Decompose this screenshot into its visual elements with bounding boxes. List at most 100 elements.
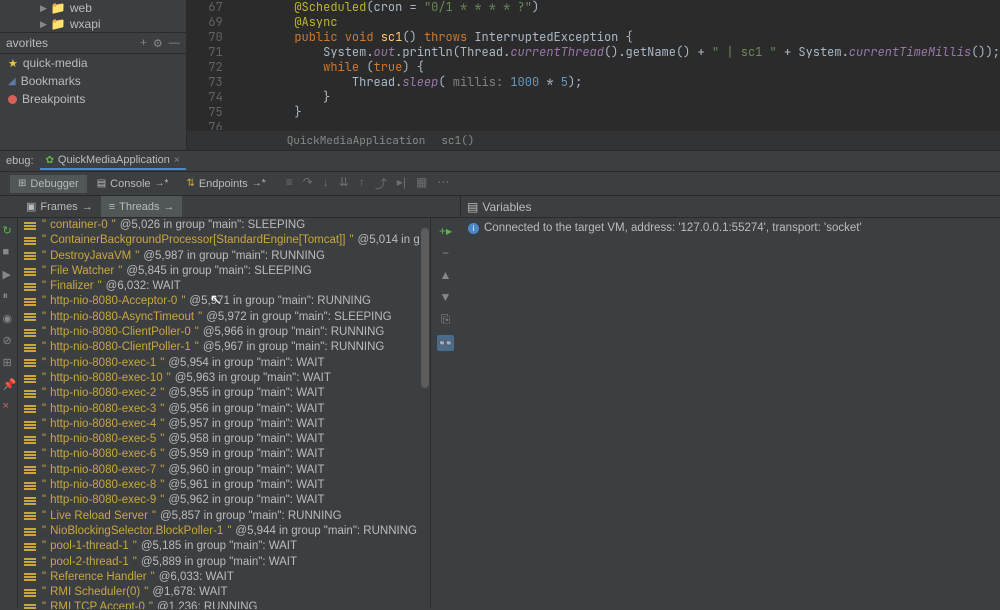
- breadcrumb-class[interactable]: QuickMediaApplication: [287, 134, 426, 148]
- thread-row[interactable]: "File Watcher"@5,845 in group "main": SL…: [18, 264, 430, 279]
- debug-session-tab[interactable]: ✿ QuickMediaApplication ×: [40, 152, 186, 170]
- thread-row[interactable]: "http-nio-8080-exec-9"@5,962 in group "m…: [18, 493, 430, 508]
- resume-icon[interactable]: ▶: [3, 268, 15, 280]
- step-over-icon[interactable]: ↷: [303, 175, 313, 192]
- minimize-icon[interactable]: —: [169, 37, 180, 50]
- tab-threads[interactable]: ≡Threads→: [101, 196, 183, 217]
- thread-row[interactable]: "pool-1-thread-1"@5,185 in group "main":…: [18, 539, 430, 554]
- thread-row[interactable]: "ContainerBackgroundProcessor[StandardEn…: [18, 233, 430, 248]
- run-to-cursor-icon[interactable]: ▸|: [397, 175, 406, 192]
- tab-console[interactable]: ▤Console→*: [89, 175, 177, 193]
- thread-row[interactable]: "http-nio-8080-exec-10"@5,963 in group "…: [18, 371, 430, 386]
- thread-icon: [24, 374, 38, 384]
- project-tool-window[interactable]: ▶📁web ▶📁wxapi avorites + ⚙ — ★quick-medi…: [0, 0, 187, 150]
- thread-icon: [24, 603, 38, 609]
- line-number: 69: [187, 15, 237, 30]
- thread-icon: [24, 435, 38, 445]
- thread-row[interactable]: "http-nio-8080-AsyncTimeout"@5,972 in gr…: [18, 310, 430, 325]
- thread-row[interactable]: "Finalizer"@6,032: WAIT: [18, 279, 430, 294]
- tab-debugger[interactable]: ⊞Debugger: [10, 175, 87, 193]
- breadcrumb-method[interactable]: sc1(): [441, 134, 474, 148]
- favorite-quick-media[interactable]: ★quick-media: [0, 54, 186, 72]
- thread-row[interactable]: "Reference Handler"@6,033: WAIT: [18, 570, 430, 585]
- thread-row[interactable]: "pool-2-thread-1"@5,889 in group "main":…: [18, 555, 430, 570]
- stop-icon[interactable]: ■: [3, 246, 15, 258]
- thread-row[interactable]: "http-nio-8080-exec-3"@5,956 in group "m…: [18, 402, 430, 417]
- thread-row[interactable]: "http-nio-8080-exec-8"@5,961 in group "m…: [18, 478, 430, 493]
- code-line[interactable]: 67 @Scheduled(cron = "0/1 * * * * ?"): [187, 0, 1000, 15]
- gear-icon[interactable]: ⚙: [153, 37, 163, 50]
- close-icon[interactable]: ×: [174, 155, 180, 166]
- thread-row[interactable]: "RMI TCP Accept-0"@1,236: RUNNING: [18, 600, 430, 609]
- mute-bp-icon[interactable]: ⊘: [3, 334, 15, 346]
- thread-row[interactable]: "Live Reload Server"@5,857 in group "mai…: [18, 509, 430, 524]
- thread-info: @6,032: WAIT: [106, 279, 181, 294]
- up-icon[interactable]: ▲: [440, 268, 452, 282]
- thread-row[interactable]: "http-nio-8080-exec-4"@5,957 in group "m…: [18, 417, 430, 432]
- copy-icon[interactable]: ⎘: [441, 312, 451, 327]
- scrollbar[interactable]: [420, 218, 430, 609]
- force-step-icon[interactable]: ⇊: [339, 175, 349, 192]
- tab-endpoints[interactable]: ⇅Endpoints→*: [178, 175, 273, 193]
- pause-icon[interactable]: ⏸: [3, 290, 15, 302]
- thread-row[interactable]: "http-nio-8080-exec-2"@5,955 in group "m…: [18, 386, 430, 401]
- evaluate-icon[interactable]: ▦: [416, 175, 427, 192]
- thread-icon: [24, 496, 38, 506]
- thread-row[interactable]: "RMI Scheduler(0)"@1,678: WAIT: [18, 585, 430, 600]
- step-into-icon[interactable]: ↓: [323, 175, 329, 192]
- variables-panel[interactable]: iConnected to the target VM, address: '1…: [460, 218, 1000, 609]
- thread-row[interactable]: "NioBlockingSelector.BlockPoller-1"@5,94…: [18, 524, 430, 539]
- close-icon[interactable]: ×: [3, 400, 15, 412]
- thread-row[interactable]: "http-nio-8080-ClientPoller-0"@5,966 in …: [18, 325, 430, 340]
- tree-item-wxapi[interactable]: ▶📁wxapi: [0, 16, 186, 32]
- thread-row[interactable]: "http-nio-8080-Acceptor-0"@5,971 in grou…: [18, 294, 430, 309]
- debug-tool-tabs: ⊞Debugger ▤Console→* ⇅Endpoints→* ≡ ↷ ↓ …: [0, 172, 1000, 196]
- settings-icon[interactable]: ⊞: [3, 356, 15, 368]
- tree-item-web[interactable]: ▶📁web: [0, 0, 186, 16]
- add-watch-icon[interactable]: +▸: [439, 224, 452, 238]
- remove-icon[interactable]: −: [442, 246, 449, 260]
- code-editor[interactable]: 67 @Scheduled(cron = "0/1 * * * * ?")69 …: [187, 0, 1000, 150]
- step-out-icon[interactable]: ↑: [359, 175, 365, 192]
- thread-info: @5,944 in group "main": RUNNING: [235, 524, 417, 539]
- thread-row[interactable]: "http-nio-8080-exec-6"@5,959 in group "m…: [18, 447, 430, 462]
- thread-row[interactable]: "container-0"@5,026 in group "main": SLE…: [18, 218, 430, 233]
- more-icon[interactable]: ⋯: [437, 175, 449, 192]
- rerun-icon[interactable]: ↻: [3, 224, 15, 236]
- thread-name: http-nio-8080-exec-1: [50, 356, 156, 371]
- thread-info: @5,961 in group "main": WAIT: [168, 478, 324, 493]
- tab-frames[interactable]: ▣Frames→: [18, 196, 101, 217]
- thread-row[interactable]: "http-nio-8080-ClientPoller-1"@5,967 in …: [18, 340, 430, 355]
- scrollbar-thumb[interactable]: [421, 228, 429, 388]
- watches-icon[interactable]: 👓: [437, 335, 454, 351]
- code-line[interactable]: 73 Thread.sleep( millis: 1000 * 5);: [187, 75, 1000, 90]
- thread-info: @5,987 in group "main": RUNNING: [143, 249, 325, 264]
- thread-row[interactable]: "DestroyJavaVM"@5,987 in group "main": R…: [18, 249, 430, 264]
- code-line[interactable]: 70 public void sc1() throws InterruptedE…: [187, 30, 1000, 45]
- down-icon[interactable]: ▼: [440, 290, 452, 304]
- thread-info: @5,963 in group "main": WAIT: [175, 371, 331, 386]
- code-line[interactable]: 71 System.out.println(Thread.currentThre…: [187, 45, 1000, 60]
- thread-info: @5,889 in group "main": WAIT: [141, 555, 297, 570]
- favorites-header: avorites + ⚙ —: [0, 32, 186, 54]
- code-text: }: [237, 90, 331, 105]
- pin-icon[interactable]: 📌: [3, 378, 15, 390]
- code-line[interactable]: 75 }: [187, 105, 1000, 120]
- favorite-breakpoints[interactable]: Breakpoints: [0, 90, 186, 108]
- thread-icon: [24, 404, 38, 414]
- thread-info: @1,236: RUNNING: [157, 600, 258, 609]
- threads-list[interactable]: "container-0"@5,026 in group "main": SLE…: [18, 218, 430, 609]
- thread-row[interactable]: "http-nio-8080-exec-7"@5,960 in group "m…: [18, 463, 430, 478]
- folder-icon: 📁: [51, 1, 66, 15]
- drop-frame-icon[interactable]: ⤴: [375, 175, 387, 192]
- code-line[interactable]: 74 }: [187, 90, 1000, 105]
- show-execution-icon[interactable]: ≡: [286, 175, 293, 192]
- debug-window-header: ebug: ✿ QuickMediaApplication ×: [0, 150, 1000, 172]
- thread-row[interactable]: "http-nio-8080-exec-1"@5,954 in group "m…: [18, 356, 430, 371]
- favorite-bookmarks[interactable]: ◢Bookmarks: [0, 72, 186, 90]
- thread-row[interactable]: "http-nio-8080-exec-5"@5,958 in group "m…: [18, 432, 430, 447]
- view-bp-icon[interactable]: ◉: [3, 312, 15, 324]
- code-line[interactable]: 69 @Async: [187, 15, 1000, 30]
- add-icon[interactable]: +: [140, 37, 146, 50]
- code-line[interactable]: 72 while (true) {: [187, 60, 1000, 75]
